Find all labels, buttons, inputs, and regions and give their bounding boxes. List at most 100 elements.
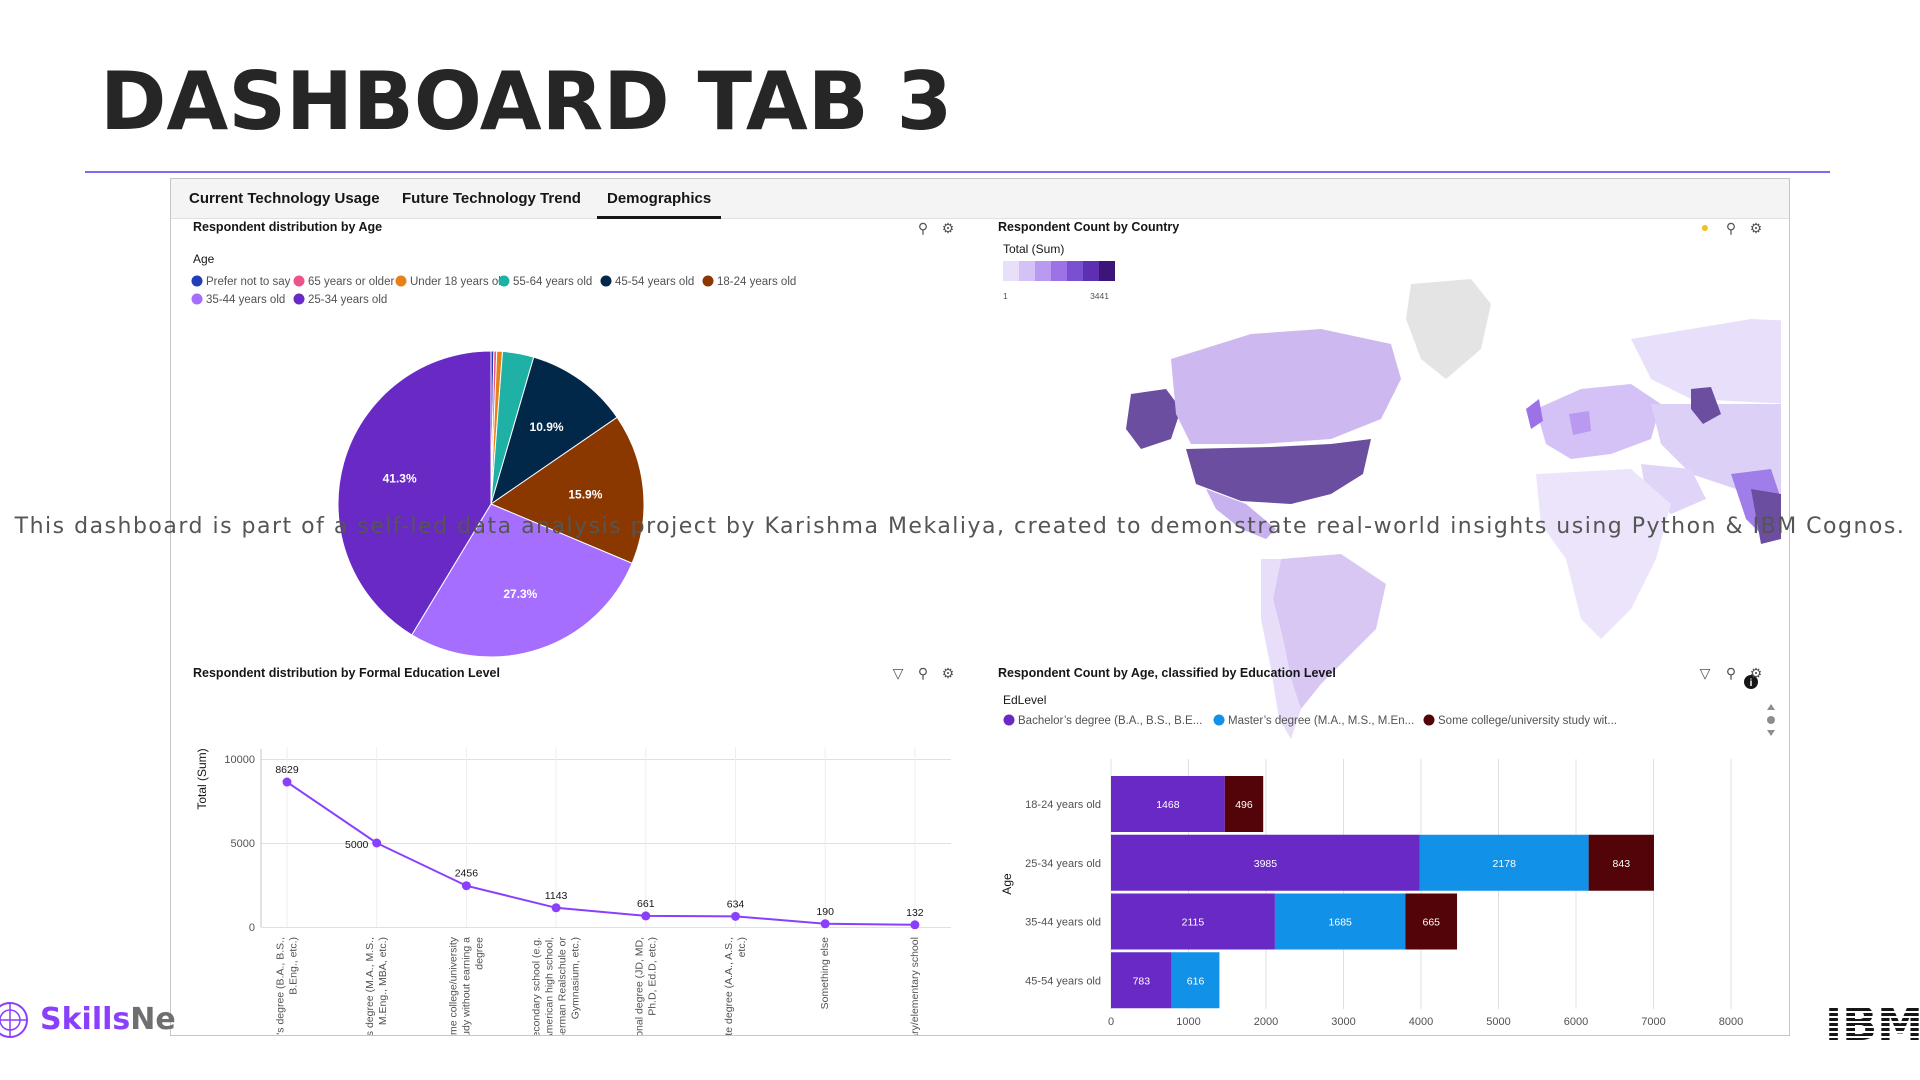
- map-scale-swatch: [1067, 261, 1083, 281]
- pin-icon[interactable]: ⚲: [1722, 664, 1740, 682]
- bar-y-tick-label: 35-44 years old: [1025, 917, 1101, 929]
- pie-slice-label: 27.3%: [503, 587, 537, 601]
- line-point-label: 1143: [545, 890, 568, 902]
- pie-slice-label: 10.9%: [530, 420, 564, 434]
- line-path: [286, 781, 915, 926]
- bar-segment-label: 2178: [1493, 858, 1517, 870]
- bar-y-tick-label: 25-34 years old: [1025, 858, 1101, 870]
- tab-demographics[interactable]: Demographics: [597, 179, 722, 219]
- line-point[interactable]: [282, 777, 292, 787]
- bar-segment-label: 665: [1423, 917, 1441, 929]
- age-legend-swatch: [191, 293, 203, 305]
- skills-network-logo-icon: [0, 1002, 28, 1038]
- line-x-tick-label: degree: [473, 937, 485, 970]
- age-pie-title: Respondent distribution by Age: [193, 220, 383, 234]
- edlevel-legend-swatch: [1213, 714, 1225, 726]
- ibm-logo-text: IBM: [1825, 998, 1920, 1044]
- map-africa[interactable]: [1536, 469, 1671, 639]
- map-scale-swatch: [1099, 261, 1115, 281]
- dashboard-tab-bar: Current Technology Usage Future Technolo…: [171, 179, 1789, 219]
- map-scale-min: 1: [1003, 291, 1008, 301]
- bar-segment-label: 843: [1613, 858, 1631, 870]
- bar-y-tick-label: 45-54 years old: [1025, 975, 1101, 987]
- settings-icon[interactable]: ⚙: [939, 664, 957, 682]
- line-x-tick-label: ssociate degree (A.A., A.S.,: [723, 937, 735, 1035]
- line-grid: 0 5000 10000 chelor's degree (B.A., B.S., B.…: [224, 747, 951, 1035]
- age-legend-swatch: [395, 275, 407, 287]
- line-x-tick-label: B.Eng., etc.): [288, 937, 300, 995]
- bar-segment-label: 783: [1133, 975, 1151, 987]
- bar-x-tick-label: 5000: [1486, 1016, 1510, 1028]
- legend-scroll-control[interactable]: [1767, 704, 1775, 736]
- line-point[interactable]: [372, 838, 382, 848]
- pie-slice-label: 15.9%: [568, 487, 602, 501]
- line-point[interactable]: [641, 911, 651, 921]
- line-y-axis-title: Total (Sum): [195, 748, 209, 809]
- scroll-down-icon[interactable]: [1767, 730, 1775, 736]
- education-line-svg: Total (Sum) 0 5000 10000 chelor's degree (B…: [195, 747, 951, 1035]
- dashboard-frame: Current Technology Usage Future Technolo…: [170, 178, 1790, 1036]
- line-point[interactable]: [820, 919, 830, 929]
- line-point[interactable]: [551, 903, 561, 913]
- bar-x-tick-label: 1000: [1176, 1016, 1200, 1028]
- settings-icon[interactable]: ⚙: [1747, 664, 1765, 682]
- map-canada[interactable]: [1171, 329, 1401, 444]
- filter-icon[interactable]: ▽: [1696, 664, 1714, 682]
- line-series: 8629 5000 2456 1143 661 634 190 132: [275, 764, 924, 930]
- pie-slice-label: 41.3%: [383, 472, 417, 486]
- bar-x-tick-label: 2000: [1254, 1016, 1278, 1028]
- bar-x-tick-label: 0: [1108, 1016, 1114, 1028]
- settings-icon[interactable]: ⚙: [939, 219, 957, 237]
- filter-icon[interactable]: ▽: [889, 664, 907, 682]
- line-x-tick-label: Gymnasium, etc.): [570, 937, 582, 1019]
- bar-y-axis-title: Age: [1000, 873, 1014, 895]
- warning-icon[interactable]: ●: [1696, 218, 1714, 236]
- edlevel-legend: Bachelor’s degree (B.A., B.S., B.E... Mas…: [1003, 714, 1617, 727]
- bar-segment-label: 2115: [1182, 917, 1205, 929]
- map-europe[interactable]: [1536, 384, 1661, 459]
- bar-segment-label: 1685: [1329, 917, 1353, 929]
- map-greenland[interactable]: [1406, 279, 1491, 379]
- age-pie-slices: 10.9% 15.9% 27.3% 41.3%: [337, 350, 645, 658]
- line-x-tick-label: ofessional degree (JD, MD,: [633, 937, 645, 1035]
- scroll-up-icon[interactable]: [1767, 704, 1775, 710]
- line-point[interactable]: [910, 920, 920, 930]
- skills-network-logo: SkillsNe: [40, 1002, 176, 1037]
- pin-icon[interactable]: ⚲: [914, 664, 932, 682]
- age-legend-label: 18-24 years old: [717, 276, 796, 288]
- line-point-label: 2456: [455, 868, 479, 880]
- age-legend: Prefer not to say 65 years or older Under …: [191, 275, 796, 306]
- map-scale-swatch: [1003, 261, 1019, 281]
- line-point-label: 132: [906, 907, 924, 919]
- age-legend-label: Under 18 years old: [410, 276, 507, 288]
- bar-segment-label: 496: [1235, 799, 1253, 811]
- slide-title: DASHBOARD TAB 3: [100, 55, 953, 148]
- age-legend-label: 45-54 years old: [615, 276, 694, 288]
- edlevel-legend-swatch: [1423, 714, 1435, 726]
- line-point[interactable]: [461, 881, 471, 891]
- map-scale-swatch: [1035, 261, 1051, 281]
- line-point-label: 5000: [345, 839, 369, 851]
- bar-x-tick-label: 6000: [1564, 1016, 1588, 1028]
- map-scale-swatch: [1051, 261, 1067, 281]
- age-legend-swatch: [498, 275, 510, 287]
- line-point[interactable]: [731, 911, 740, 921]
- map-alaska[interactable]: [1126, 389, 1181, 449]
- bar-x-tick-label: 4000: [1409, 1016, 1433, 1028]
- tab-current-technology-usage[interactable]: Current Technology Usage: [179, 179, 390, 219]
- line-point-label: 190: [816, 906, 834, 918]
- line-y-tick-label: 10000: [224, 754, 255, 766]
- tab-future-technology-trend[interactable]: Future Technology Trend: [392, 179, 591, 219]
- pin-icon[interactable]: ⚲: [1722, 219, 1740, 237]
- line-x-tick-label: American high school,: [544, 937, 556, 1035]
- map-color-scale: [1003, 261, 1115, 281]
- age-edu-bar-title: Respondent Count by Age, classified by E…: [998, 666, 1336, 680]
- settings-icon[interactable]: ⚙: [1747, 219, 1765, 237]
- pin-icon[interactable]: ⚲: [914, 219, 932, 237]
- bar-segment-label: 1468: [1156, 799, 1180, 811]
- age-legend-label: Prefer not to say: [206, 276, 291, 288]
- edlevel-legend-label: Master’s degree (M.A., M.S., M.En...: [1228, 715, 1414, 727]
- line-point-label: 8629: [275, 764, 299, 776]
- line-x-tick-label: etc.): [736, 937, 748, 957]
- line-x-tick-label: aster's degree (M.A., M.S.,: [364, 937, 376, 1035]
